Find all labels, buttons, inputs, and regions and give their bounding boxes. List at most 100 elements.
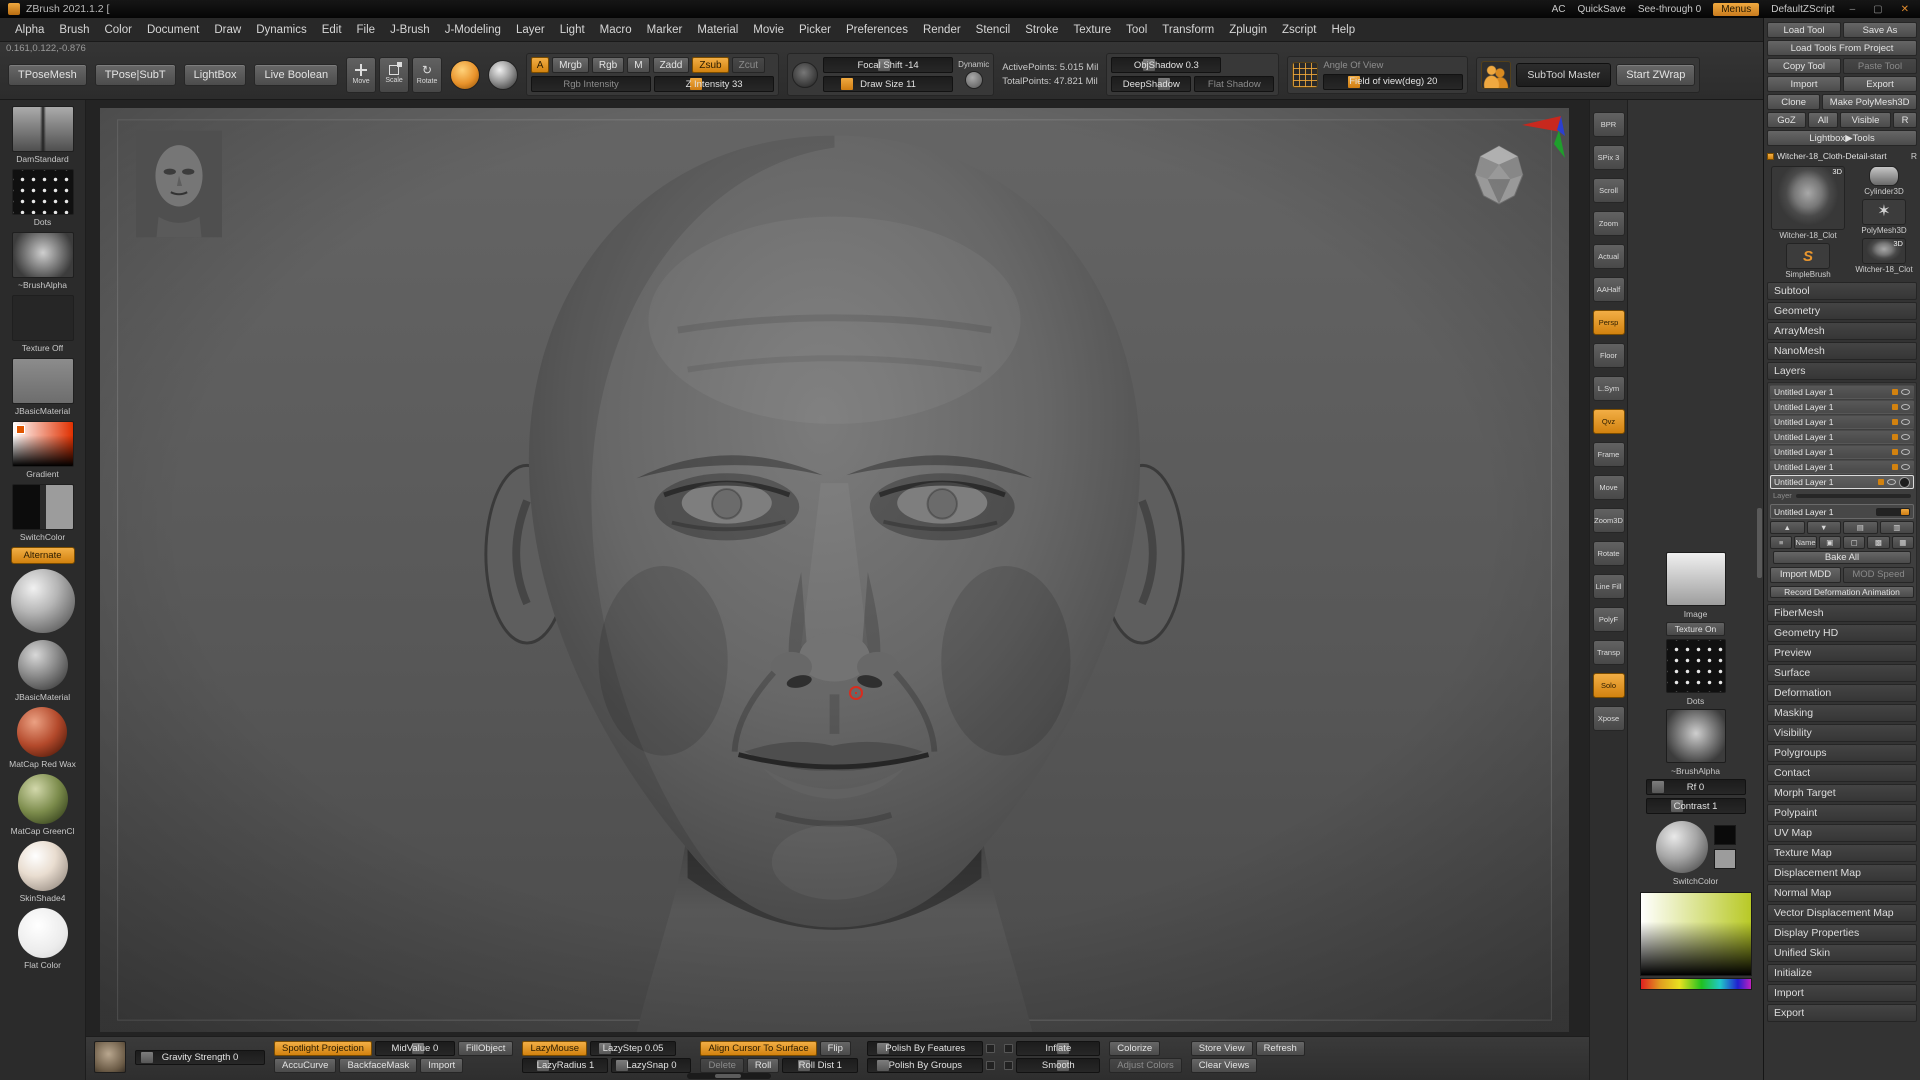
- mod-speed-button[interactable]: MOD Speed: [1843, 567, 1914, 583]
- smooth-slider[interactable]: Smooth: [1016, 1058, 1100, 1073]
- zsub-button[interactable]: Zsub: [692, 57, 728, 73]
- palette-section[interactable]: Deformation: [1767, 684, 1917, 702]
- layer-row[interactable]: Untitled Layer 1: [1770, 430, 1914, 444]
- switch-color-label[interactable]: SwitchColor: [1673, 876, 1718, 886]
- clear-views-button[interactable]: Clear Views: [1191, 1058, 1258, 1073]
- shelf-button[interactable]: AAHalf: [1593, 277, 1625, 302]
- tray-thumbnail[interactable]: [18, 774, 68, 824]
- subtool-master-icon[interactable]: [1481, 61, 1511, 89]
- palette-section[interactable]: Geometry: [1767, 302, 1917, 320]
- palette-section[interactable]: Normal Map: [1767, 884, 1917, 902]
- rgb-intensity-slider[interactable]: Rgb Intensity: [531, 76, 651, 92]
- menus-button[interactable]: Menus: [1713, 3, 1759, 16]
- tray-thumbnail[interactable]: [12, 169, 74, 215]
- tool-item[interactable]: SimpleBrush: [1785, 243, 1830, 279]
- layer-intensity-handle[interactable]: [1892, 419, 1898, 425]
- smooth-toggle[interactable]: [1004, 1061, 1013, 1070]
- menu-item[interactable]: Document: [140, 22, 206, 38]
- current-layer-name[interactable]: Untitled Layer 1: [1774, 507, 1872, 517]
- quicksave-button[interactable]: QuickSave: [1577, 4, 1625, 15]
- palette-section[interactable]: ArrayMesh: [1767, 322, 1917, 340]
- layer-visibility-icon[interactable]: [1901, 404, 1910, 410]
- current-layer-intensity-slider[interactable]: [1876, 508, 1910, 516]
- shelf-button[interactable]: Line Fill: [1593, 574, 1625, 599]
- zadd-button[interactable]: Zadd: [653, 57, 690, 73]
- layer-row[interactable]: Untitled Layer 1: [1770, 475, 1914, 489]
- tool-item[interactable]: Cylinder3D: [1864, 166, 1904, 196]
- adjust-colors-button[interactable]: Adjust Colors: [1109, 1058, 1182, 1073]
- spotlight-brush-thumbnail[interactable]: [94, 1041, 126, 1073]
- shelf-button[interactable]: Zoom3D: [1593, 508, 1625, 533]
- tray-item[interactable]: Gradient: [12, 421, 74, 479]
- live-boolean-button[interactable]: Live Boolean: [254, 64, 338, 86]
- tray-item[interactable]: JBasicMaterial: [12, 358, 74, 416]
- slider-handle[interactable]: [141, 1052, 153, 1063]
- tray-thumbnail[interactable]: [12, 358, 74, 404]
- color-picker[interactable]: [1640, 892, 1752, 990]
- current-brush-icon[interactable]: [450, 60, 480, 90]
- palette-section-layers[interactable]: Layers: [1767, 362, 1917, 380]
- deepshadow-slider[interactable]: DeepShadow: [1111, 76, 1191, 92]
- menu-item[interactable]: J-Brush: [383, 22, 437, 38]
- palette-section[interactable]: Display Properties: [1767, 924, 1917, 942]
- tpose-subt-button[interactable]: TPose|SubT: [95, 64, 176, 86]
- palette-section[interactable]: Unified Skin: [1767, 944, 1917, 962]
- colorize-button[interactable]: Colorize: [1109, 1041, 1160, 1056]
- shelf-button[interactable]: Zoom: [1593, 211, 1625, 236]
- tool-item[interactable]: 3D Witcher-18_Clot: [1771, 166, 1845, 240]
- tray-thumbnail[interactable]: [12, 106, 74, 152]
- tposemesh-button[interactable]: TPoseMesh: [8, 64, 87, 86]
- tray-thumbnail[interactable]: [18, 640, 68, 690]
- tray-item[interactable]: Flat Color: [18, 908, 68, 970]
- z-intensity-slider[interactable]: Z Intensity 33: [654, 76, 774, 92]
- goz-r-button[interactable]: R: [1893, 112, 1917, 128]
- objshadow-slider[interactable]: ObjShadow 0.3: [1111, 57, 1221, 73]
- current-layer-row[interactable]: Untitled Layer 1: [1770, 504, 1914, 519]
- layer-row[interactable]: Untitled Layer 1: [1770, 460, 1914, 474]
- menu-item[interactable]: Stroke: [1018, 22, 1065, 38]
- shelf-button[interactable]: Persp: [1593, 310, 1625, 335]
- layer-tool-button[interactable]: Name: [1794, 536, 1816, 549]
- menu-item[interactable]: Brush: [52, 22, 96, 38]
- alpha-thumbnail[interactable]: [1666, 709, 1726, 763]
- layer-tool-button[interactable]: ▤: [1843, 521, 1878, 534]
- secondary-color-swatch[interactable]: [1714, 849, 1736, 869]
- spotlight-projection-button[interactable]: Spotlight Projection: [274, 1041, 372, 1056]
- palette-section[interactable]: Geometry HD: [1767, 624, 1917, 642]
- lazymouse-button[interactable]: LazyMouse: [522, 1041, 587, 1056]
- shelf-button[interactable]: PolyF: [1593, 607, 1625, 632]
- layer-record-icon[interactable]: [1899, 477, 1910, 488]
- layer-visibility-icon[interactable]: [1901, 449, 1910, 455]
- midvalue-slider[interactable]: MidValue 0: [375, 1041, 455, 1056]
- menu-item[interactable]: Layer: [509, 22, 552, 38]
- close-button[interactable]: ✕: [1898, 4, 1912, 15]
- paste-tool-button[interactable]: Paste Tool: [1843, 58, 1917, 74]
- a-toggle-button[interactable]: A: [531, 57, 549, 73]
- layer-tool-button[interactable]: ▩: [1867, 536, 1889, 549]
- shelf-button[interactable]: Frame: [1593, 442, 1625, 467]
- layer-row[interactable]: Untitled Layer 1: [1770, 415, 1914, 429]
- hue-bar[interactable]: [1640, 978, 1752, 990]
- layer-tool-button[interactable]: ▢: [1843, 536, 1865, 549]
- focal-shift-slider[interactable]: Focal Shift -14: [823, 57, 953, 73]
- tool-item[interactable]: PolyMesh3D: [1861, 199, 1906, 235]
- strip-scrollbar[interactable]: [1757, 508, 1762, 578]
- menu-item[interactable]: J-Modeling: [438, 22, 508, 38]
- menu-item[interactable]: Color: [97, 22, 138, 38]
- tray-item[interactable]: Alternate: [11, 547, 75, 564]
- tray-item[interactable]: ~BrushAlpha: [12, 232, 74, 290]
- main-color-swatch[interactable]: [1714, 825, 1736, 845]
- flip-button[interactable]: Flip: [820, 1041, 851, 1056]
- roll-button[interactable]: Roll: [747, 1058, 779, 1073]
- palette-section[interactable]: Import: [1767, 984, 1917, 1002]
- tool-thumbnail[interactable]: 3D: [1862, 238, 1906, 264]
- palette-section[interactable]: Contact: [1767, 764, 1917, 782]
- export-tool-button[interactable]: Export: [1843, 76, 1917, 92]
- palette-section[interactable]: Morph Target: [1767, 784, 1917, 802]
- tray-thumbnail[interactable]: [11, 569, 75, 633]
- tray-item[interactable]: Dots: [12, 169, 74, 227]
- backfacemask-button[interactable]: BackfaceMask: [339, 1058, 417, 1073]
- zcut-button[interactable]: Zcut: [732, 57, 765, 73]
- menu-item[interactable]: Texture: [1066, 22, 1118, 38]
- saturation-value-square[interactable]: [1640, 892, 1752, 976]
